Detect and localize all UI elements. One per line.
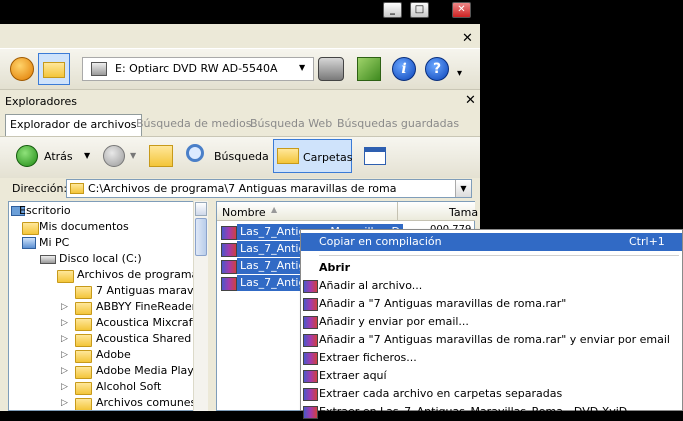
folder-icon — [75, 286, 92, 299]
folder-icon — [75, 302, 92, 315]
expand-icon[interactable]: ▷ — [61, 363, 68, 379]
winrar-icon — [303, 280, 318, 293]
winrar-icon — [303, 352, 318, 365]
rar-file-icon — [221, 277, 237, 291]
address-value: C:\Archivos de programa\7 Antiguas marav… — [88, 182, 397, 195]
folder-icon — [43, 62, 65, 78]
maximize-button[interactable]: □ — [410, 2, 429, 18]
winrar-icon — [303, 388, 318, 401]
drive-select[interactable]: E: Optiarc DVD RW AD-5540A ▼ — [82, 57, 314, 81]
scroll-thumb[interactable] — [195, 218, 207, 256]
menu-item-add-and-email[interactable]: Añadir y enviar por email... — [301, 313, 682, 331]
column-size[interactable]: Tama — [449, 206, 478, 219]
winrar-icon — [303, 334, 318, 347]
chevron-down-icon[interactable]: ▼ — [455, 180, 471, 197]
printer-icon — [91, 62, 107, 76]
help-icon[interactable]: ? — [425, 57, 449, 81]
back-arrow-icon[interactable] — [16, 145, 38, 167]
tab-saved-searches[interactable]: Búsquedas guardadas — [333, 114, 463, 135]
back-label[interactable]: Atrás — [44, 150, 73, 163]
folder-icon — [57, 270, 74, 283]
rar-file-icon — [221, 243, 237, 257]
list-header: Nombre ▲ Tama — [217, 202, 478, 221]
winrar-icon — [303, 370, 318, 383]
folders-button[interactable]: Carpetas — [273, 139, 352, 173]
folder-tree: Escritorio Mis documentos Mi PC Disco lo… — [8, 201, 208, 411]
folder-icon — [70, 183, 84, 194]
close-button[interactable]: ✕ — [452, 2, 471, 18]
search-icon[interactable] — [186, 144, 204, 162]
menu-item-extract-files[interactable]: Extraer ficheros... — [301, 349, 682, 367]
folders-label: Carpetas — [303, 151, 353, 164]
address-label: Dirección: — [12, 182, 68, 195]
explorer-tabs: Explorador de archivos Búsqueda de medio… — [3, 114, 477, 136]
folder-icon — [75, 350, 92, 363]
minimize-button[interactable]: _ — [383, 2, 402, 18]
folder-icon — [75, 366, 92, 379]
panel-close-icon[interactable]: ✕ — [465, 93, 476, 108]
chevron-down-icon[interactable]: ▼ — [299, 63, 305, 72]
expand-icon[interactable]: ▷ — [61, 395, 68, 410]
address-input[interactable]: C:\Archivos de programa\7 Antiguas marav… — [66, 179, 472, 198]
expand-icon[interactable]: ▷ — [61, 299, 68, 315]
winrar-icon — [303, 406, 318, 419]
expand-icon[interactable]: ▷ — [61, 347, 68, 363]
info-icon[interactable]: i — [392, 57, 416, 81]
sort-icon: ▲ — [271, 205, 278, 214]
menu-item-extract-here[interactable]: Extraer aquí — [301, 367, 682, 385]
rar-file-icon — [221, 260, 237, 274]
folder-icon — [75, 318, 92, 331]
folder-icon — [75, 398, 92, 410]
tab-web-search[interactable]: Búsqueda Web — [246, 114, 336, 135]
forward-dropdown-icon[interactable]: ▼ — [130, 151, 136, 160]
menu-item-add-rar-and-email[interactable]: Añadir a "7 Antiguas maravillas de roma.… — [301, 331, 682, 349]
views-icon[interactable] — [364, 147, 386, 165]
menu-item-extract-separate[interactable]: Extraer cada archivo en carpetas separad… — [301, 385, 682, 403]
title-bar: _ □ ✕ — [0, 0, 480, 24]
close-icon[interactable]: ✕ — [462, 31, 473, 46]
tab-file-explorer[interactable]: Explorador de archivos — [5, 114, 142, 136]
forward-arrow-icon[interactable] — [103, 145, 125, 167]
menu-item-copy-compilation[interactable]: Copiar en compilación Ctrl+1 — [301, 233, 682, 251]
menu-separator — [319, 255, 679, 256]
menu-item-extract-to-folder[interactable]: Extraer en Las_7_Antiguas_Maravillas_Rom… — [301, 403, 682, 421]
folder-icon — [75, 334, 92, 347]
eject-icon[interactable] — [10, 57, 34, 81]
folder-up-icon[interactable] — [149, 145, 173, 167]
winrar-icon — [303, 316, 318, 329]
shortcut-label: Ctrl+1 — [629, 235, 665, 248]
expand-icon[interactable]: ▷ — [61, 379, 68, 395]
explorers-header: Exploradores ✕ — [0, 90, 480, 112]
expand-icon[interactable]: ▷ — [61, 315, 68, 331]
context-menu: Copiar en compilación Ctrl+1 Abrir Añadi… — [300, 229, 683, 419]
menu-item-open[interactable]: Abrir — [301, 259, 682, 277]
tab-media-search[interactable]: Búsqueda de medios — [132, 114, 255, 135]
panel-title: Exploradores — [5, 95, 77, 108]
menu-item-add-to-rar[interactable]: Añadir a "7 Antiguas maravillas de roma.… — [301, 295, 682, 313]
scroll-up-icon[interactable] — [195, 202, 207, 216]
drive-icon — [40, 255, 56, 264]
edit-icon[interactable] — [357, 57, 381, 81]
expand-icon[interactable]: ▷ — [61, 331, 68, 347]
tree-scrollbar[interactable] — [193, 201, 208, 411]
toolbar-overflow-icon[interactable]: ▾ — [457, 68, 462, 79]
open-folder-button[interactable] — [38, 53, 70, 85]
disc-drive-icon[interactable] — [318, 57, 344, 81]
computer-icon — [22, 237, 36, 249]
menu-item-add-to-archive[interactable]: Añadir al archivo... — [301, 277, 682, 295]
back-dropdown-icon[interactable]: ▼ — [84, 151, 90, 160]
column-name[interactable]: Nombre — [222, 206, 266, 219]
drive-label: E: Optiarc DVD RW AD-5540A — [115, 62, 278, 75]
folders-icon — [277, 148, 299, 164]
folder-icon — [75, 382, 92, 395]
winrar-icon — [303, 298, 318, 311]
column-divider — [397, 202, 398, 220]
rar-file-icon — [221, 226, 237, 240]
search-label[interactable]: Búsqueda — [214, 150, 269, 163]
folder-icon — [22, 222, 39, 235]
